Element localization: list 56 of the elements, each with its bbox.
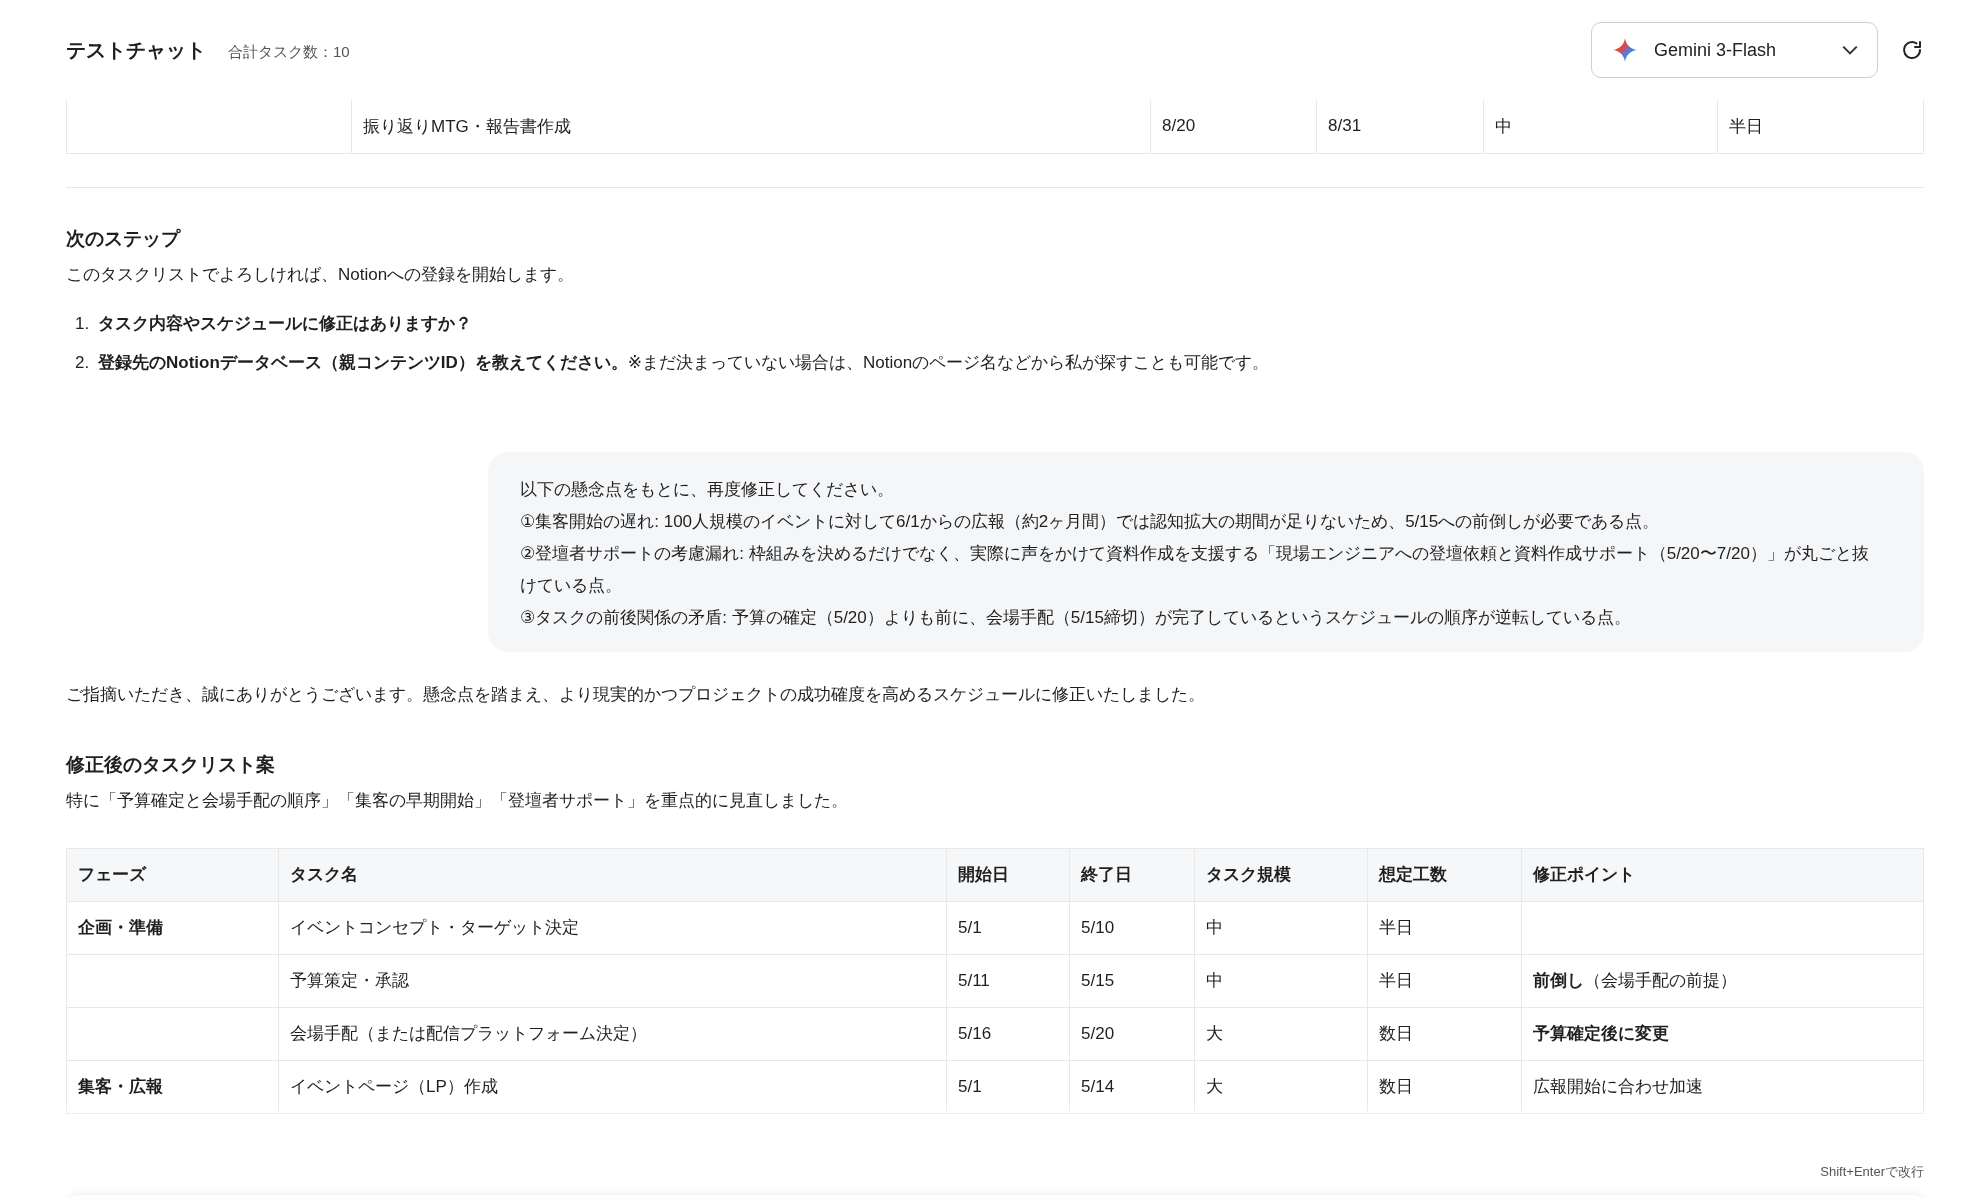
table-cell: 5/10 (1069, 901, 1195, 954)
model-selector[interactable]: Gemini 3-Flash (1591, 22, 1878, 78)
section-heading: 次のステップ (66, 226, 182, 251)
list-number: 2. (75, 351, 91, 374)
table-cell: 数日 (1367, 1007, 1522, 1060)
table-cell: 中 (1194, 954, 1368, 1007)
table-cell: 企画・準備 (66, 901, 279, 954)
table-cell: イベントページ（LP）作成 (278, 1060, 947, 1113)
column-header: 想定工数 (1367, 848, 1522, 901)
table-cell: 数日 (1367, 1060, 1522, 1113)
table-cell: 5/11 (946, 954, 1070, 1007)
column-header: タスク規模 (1194, 848, 1368, 901)
column-header: タスク名 (278, 848, 947, 901)
table-cell: 大 (1194, 1060, 1368, 1113)
message-line: ①集客開始の遅れ: 100人規模のイベントに対して6/1からの広報（約2ヶ月間）では認知拡大の期間が足りないため、5/15への前倒しが必要である点。 (520, 510, 1661, 533)
task-count: 合計タスク数：10 (228, 42, 350, 62)
table-cell: 予算策定・承認 (278, 954, 947, 1007)
list-item: タスク内容やスケジュールに修正はありますか？ (98, 313, 472, 333)
table-cell: 半日 (1367, 954, 1522, 1007)
table-cell: 5/15 (1069, 954, 1195, 1007)
paragraph: このタスクリストでよろしければ、Notionへの登録を開始します。 (66, 263, 576, 286)
table-cell: 8/20 (1150, 100, 1317, 153)
table-cell: 大 (1194, 1007, 1368, 1060)
table-cell: 8/31 (1316, 100, 1484, 153)
message-line: 以下の懸念点をもとに、再度修正してください。 (520, 478, 895, 501)
table-cell: 5/16 (946, 1007, 1070, 1060)
table-cell: 半日 (1717, 100, 1924, 153)
section-heading: 修正後のタスクリスト案 (66, 752, 276, 777)
column-header: フェーズ (66, 848, 279, 901)
refresh-icon[interactable] (1900, 38, 1924, 62)
table-cell: 5/1 (946, 901, 1070, 954)
table-cell: 5/14 (1069, 1060, 1195, 1113)
table-cell: 中 (1483, 100, 1718, 153)
table-cell: 5/20 (1069, 1007, 1195, 1060)
table-cell: 振り返りMTG・報告書作成 (351, 100, 1151, 153)
table-cell: 予算確定後に変更 (1521, 1007, 1924, 1060)
table-cell: 中 (1194, 901, 1368, 954)
chat-title: テストチャット (66, 37, 206, 63)
column-header: 終了日 (1069, 848, 1195, 901)
table-cell: 5/1 (946, 1060, 1070, 1113)
message-line: ③タスクの前後関係の矛盾: 予算の確定（5/20）よりも前に、会場手配（5/15締切）が完了しているというスケジュールの順序が逆転している点。 (520, 606, 1632, 629)
input-hint: Shift+Enterで改行 (1820, 1163, 1924, 1181)
table-cell: 前倒し（会場手配の前提） (1521, 954, 1924, 1007)
list-item: 登録先のNotionデータベース（親コンテンツID）を教えてください。※まだ決まっていない場合は、Notionのページ名などから私が探すことも可能です。 (98, 352, 1270, 372)
table-cell: 集客・広報 (66, 1060, 279, 1113)
table-cell: 半日 (1367, 901, 1522, 954)
table-cell: 広報開始に合わせ加速 (1521, 1060, 1924, 1113)
column-header: 開始日 (946, 848, 1070, 901)
paragraph: ご指摘いただき、誠にありがとうございます。懸念点を踏まえ、より現実的かつプロジェクトの成功確度を高めるスケジュールに修正いたしました。 (66, 683, 1206, 706)
table-cell: 会場手配（または配信プラットフォーム決定） (278, 1007, 947, 1060)
message-line: ②登壇者サポートの考慮漏れ: 枠組みを決めるだけでなく、実際に声をかけて資料作成を支援する「現場エンジニアへの登壇依頼と資料作成サポート（5/20〜7/20）」が丸ごと抜けている点。 (520, 542, 1870, 597)
sparkle-icon (1612, 37, 1638, 63)
column-header: 修正ポイント (1521, 848, 1924, 901)
paragraph: 特に「予算確定と会場手配の順序」「集客の早期開始」「登壇者サポート」を重点的に見直しました。 (66, 789, 849, 812)
table-cell: イベントコンセプト・ターゲット決定 (278, 901, 947, 954)
list-number: 1. (75, 312, 91, 335)
